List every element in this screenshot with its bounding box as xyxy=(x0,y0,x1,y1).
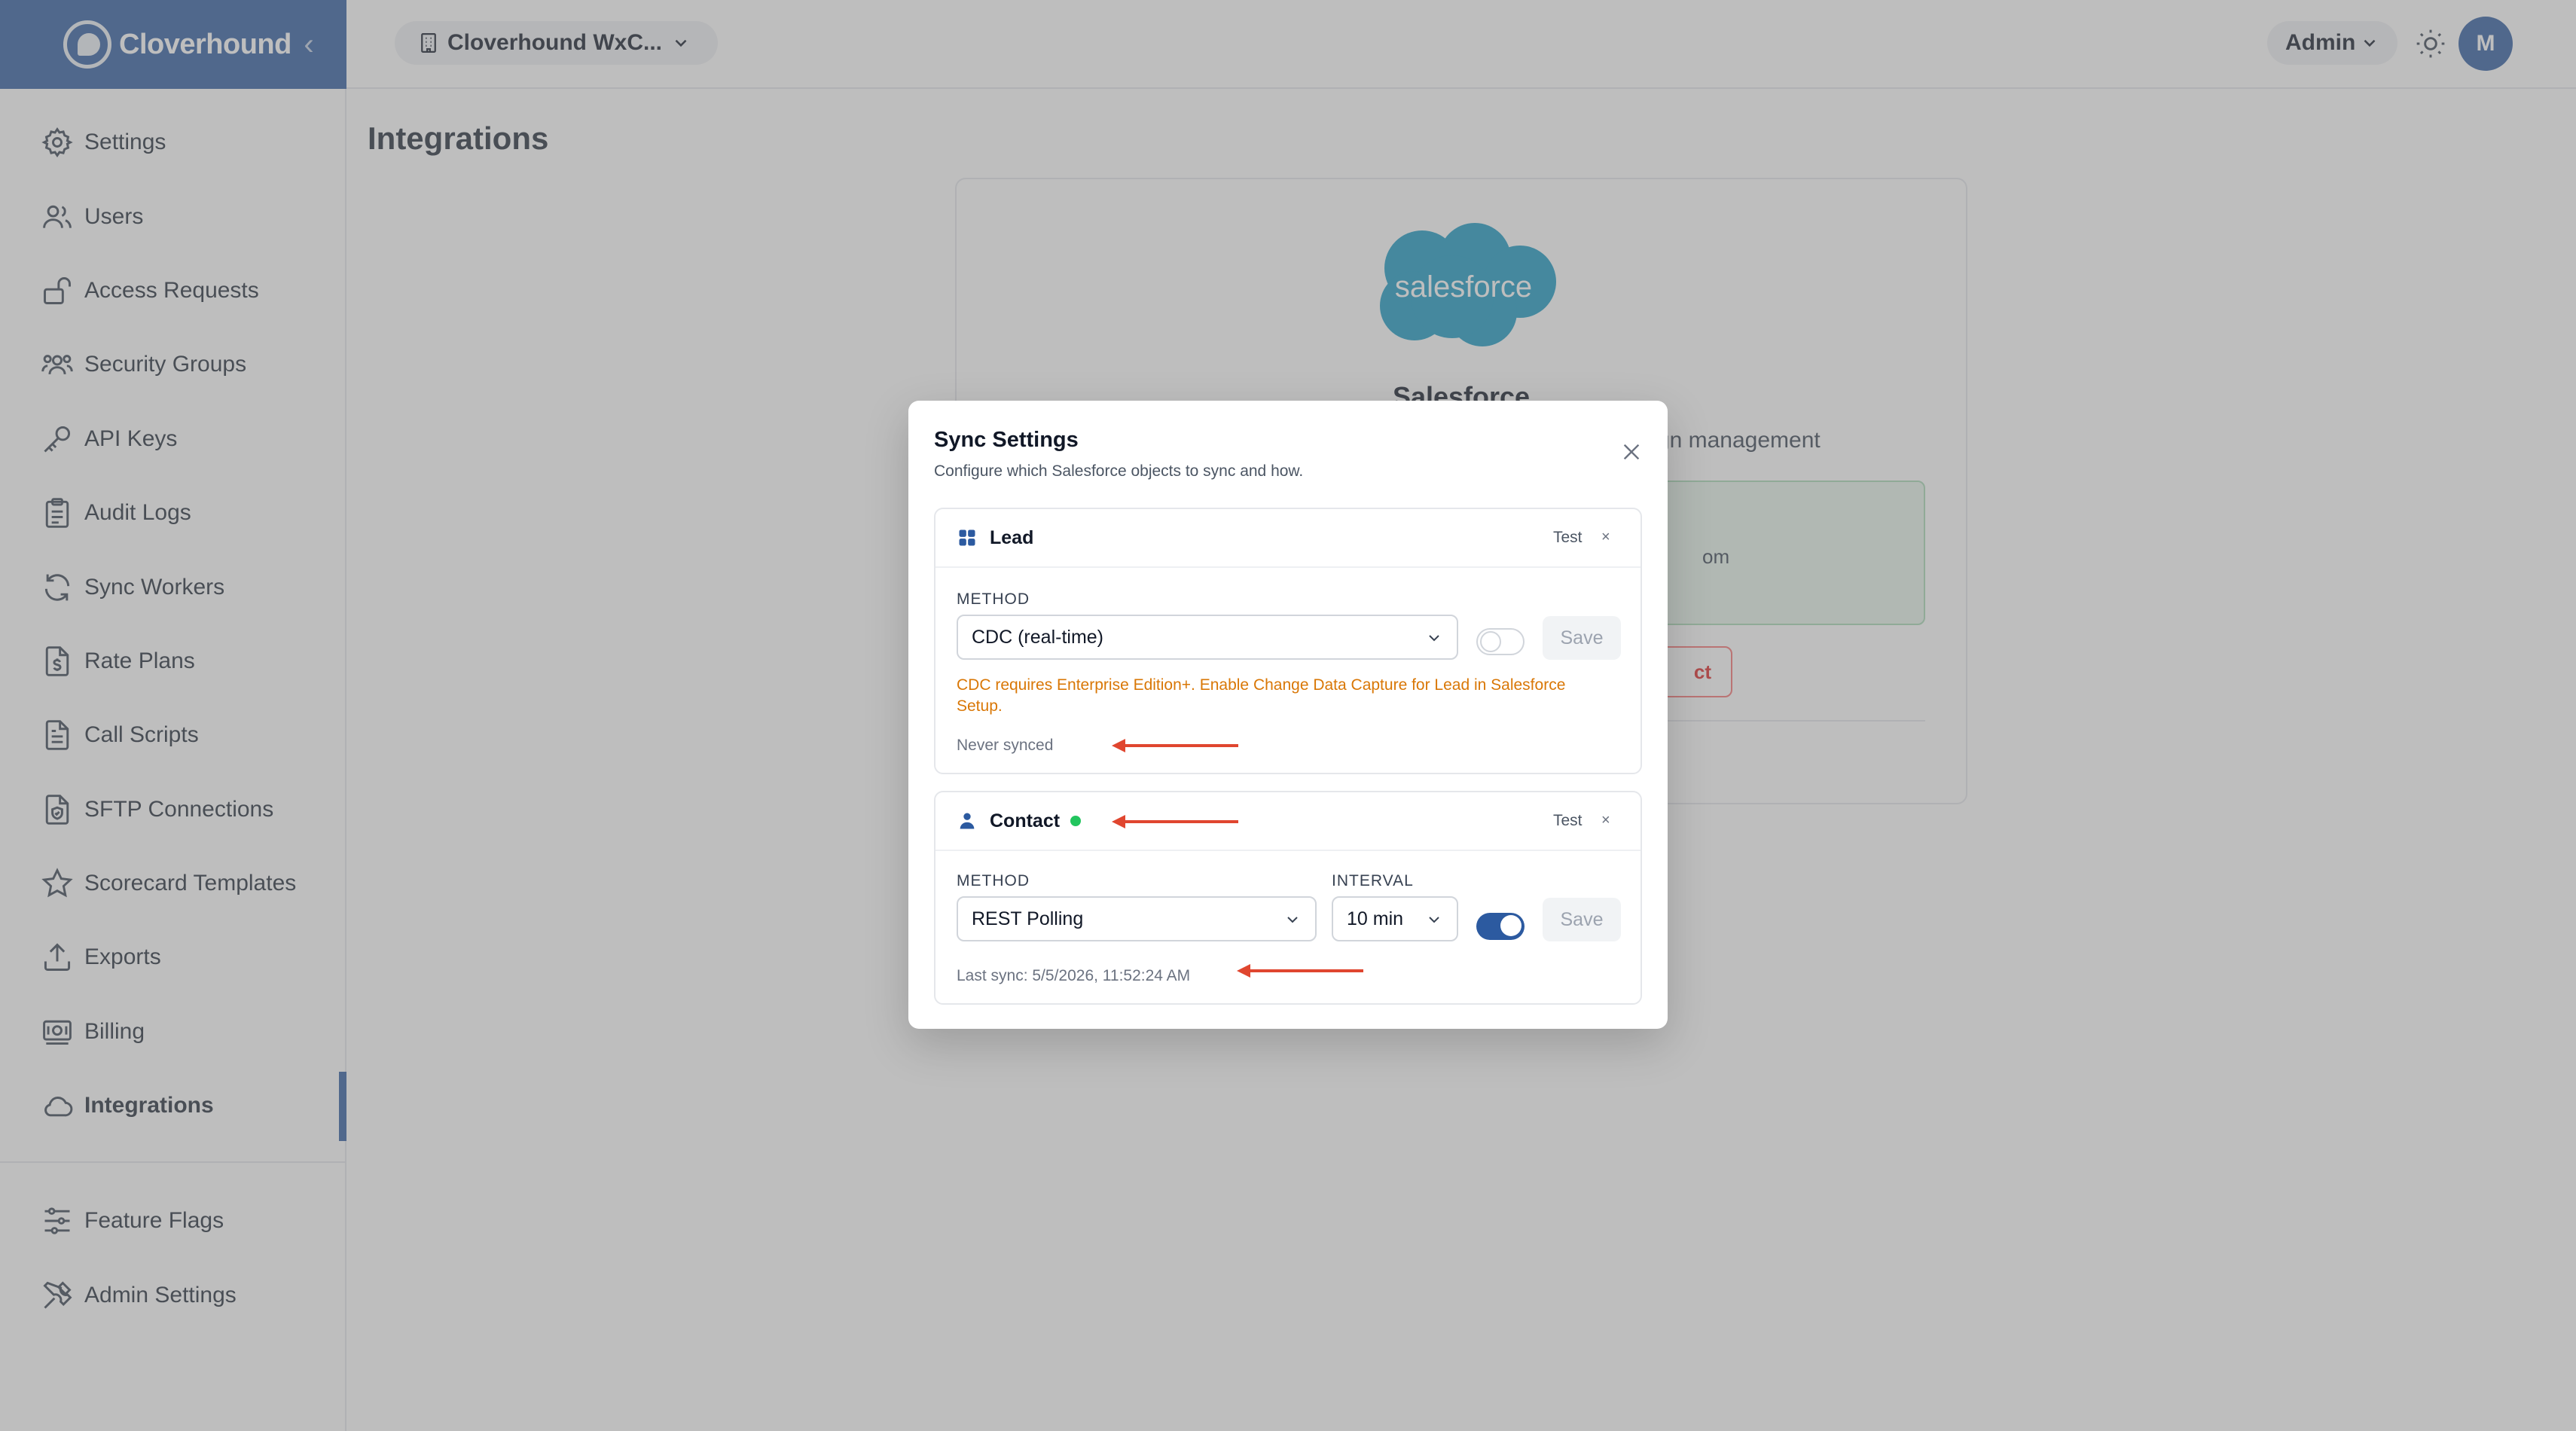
remove-object-button[interactable]: × xyxy=(1601,812,1610,829)
method-value: CDC (real-time) xyxy=(972,626,1103,648)
modal-subtitle: Configure which Salesforce objects to sy… xyxy=(934,462,1304,480)
toggle-knob xyxy=(1500,915,1521,936)
sync-object-header: Lead Test × xyxy=(935,509,1641,568)
sync-status: Never synced xyxy=(957,737,1054,754)
grid-icon xyxy=(959,529,975,546)
modal-title: Sync Settings xyxy=(934,428,1079,452)
method-select[interactable]: REST Polling xyxy=(957,896,1317,941)
user-icon xyxy=(960,813,975,829)
annotation-arrow-icon xyxy=(1237,964,1363,978)
chevron-down-icon xyxy=(1429,635,1439,642)
interval-label: INTERVAL xyxy=(1332,872,1414,889)
chevron-down-icon xyxy=(1429,917,1439,923)
method-label: METHOD xyxy=(957,872,1030,889)
sync-object-card-lead: Lead Test × METHOD CDC (real-time) Save … xyxy=(934,508,1642,774)
sync-object-name: Contact xyxy=(990,810,1061,831)
sync-enabled-toggle[interactable] xyxy=(1476,628,1525,655)
sync-status: Last sync: 5/5/2026, 11:52:24 AM xyxy=(957,967,1191,984)
close-icon[interactable] xyxy=(1619,440,1644,464)
remove-object-button[interactable]: × xyxy=(1601,529,1610,546)
interval-select[interactable]: 10 min xyxy=(1332,896,1458,941)
method-select[interactable]: CDC (real-time) xyxy=(957,615,1458,660)
sync-object-header: Contact Test × xyxy=(935,792,1641,851)
method-label: METHOD xyxy=(957,590,1030,608)
sync-settings-modal: Sync Settings Configure which Salesforce… xyxy=(908,401,1668,1029)
save-button[interactable]: Save xyxy=(1543,616,1621,660)
save-button[interactable]: Save xyxy=(1543,898,1621,941)
cdc-warning: CDC requires Enterprise Edition+. Enable… xyxy=(957,676,1566,715)
annotation-arrow-icon xyxy=(1112,815,1238,828)
method-value: REST Polling xyxy=(972,908,1084,929)
interval-value: 10 min xyxy=(1347,908,1404,929)
status-dot-icon xyxy=(1070,816,1082,826)
test-button[interactable]: Test xyxy=(1553,529,1583,547)
sync-object-name: Lead xyxy=(990,526,1034,548)
test-button[interactable]: Test xyxy=(1553,812,1583,830)
chevron-down-icon xyxy=(1287,917,1298,923)
app-shell: Cloverhound ‹ Settings Users Access Requ… xyxy=(0,0,2576,1431)
toggle-knob xyxy=(1480,631,1501,652)
sync-enabled-toggle[interactable] xyxy=(1476,913,1525,940)
annotation-arrow-icon xyxy=(1112,739,1238,752)
